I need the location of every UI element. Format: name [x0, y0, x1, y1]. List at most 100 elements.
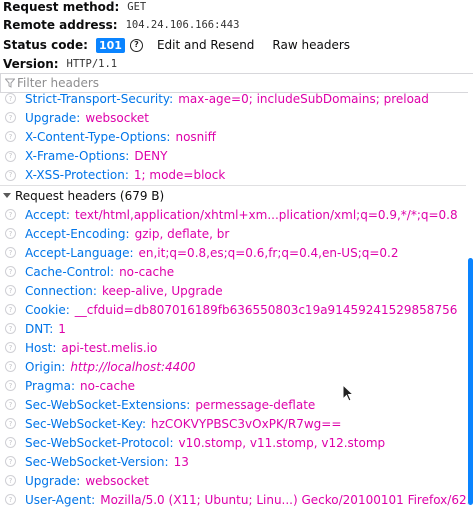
header-row[interactable]: ? Upgrade: websocket: [0, 108, 466, 127]
header-row[interactable]: ? DNT: 1: [0, 319, 466, 338]
header-value: 1; mode=block: [133, 168, 226, 183]
header-name: Accept-Encoding:: [25, 226, 130, 241]
header-name: Upgrade:: [25, 473, 81, 488]
status-badge: 101: [95, 37, 125, 53]
info-question-icon[interactable]: ?: [5, 228, 16, 239]
header-entry: Sec-WebSocket-Extensions: permessage-defl…: [25, 398, 315, 412]
header-value: no-cache: [80, 378, 136, 393]
version-label: Version:: [3, 57, 59, 71]
header-row[interactable]: ? Sec-WebSocket-Protocol: v10.stomp, v11.s…: [0, 433, 466, 452]
header-row[interactable]: ? Cookie: __cfduid=db807016189fb636550803c…: [0, 300, 466, 319]
header-entry: X-XSS-Protection: 1; mode=block: [25, 168, 225, 182]
info-question-icon[interactable]: ?: [5, 456, 16, 467]
header-row[interactable]: ? Cache-Control: no-cache: [0, 262, 466, 281]
header-row[interactable]: ? Pragma: no-cache: [0, 376, 466, 395]
header-name: Origin:: [25, 359, 66, 374]
header-entry: Accept-Language: en,it;q=0.8,es;q=0.6,fr;…: [25, 246, 399, 260]
request-method-row: Request method: GET: [3, 0, 146, 16]
info-question-icon[interactable]: ?: [5, 209, 16, 220]
header-row[interactable]: ? Strict-Transport-Security: max-age=0; in…: [0, 89, 466, 108]
header-row[interactable]: ? Sec-WebSocket-Key: hzCOKVYPBSC3vOxPK/R7w…: [0, 414, 466, 433]
header-row[interactable]: ? User-Agent: Mozilla/5.0 (X11; Ubuntu; Li…: [0, 490, 474, 509]
header-entry: Sec-WebSocket-Key: hzCOKVYPBSC3vOxPK/R7wg…: [25, 417, 341, 431]
header-value: websocket: [85, 473, 149, 488]
remote-address-label: Remote address:: [3, 18, 118, 32]
status-code-row: Status code: 101 ? Edit and Resend Raw h…: [3, 36, 368, 54]
header-value: permessage-deflate: [195, 397, 316, 412]
header-row[interactable]: ? X-XSS-Protection: 1; mode=block: [0, 166, 466, 185]
version-row: Version: HTTP/1.1: [3, 55, 117, 73]
header-name: Sec-WebSocket-Version:: [25, 454, 169, 469]
header-entry: DNT: 1: [25, 322, 66, 336]
header-entry: Origin: http://localhost:4400: [25, 360, 196, 374]
info-question-icon[interactable]: ?: [5, 399, 16, 410]
header-name: Strict-Transport-Security:: [25, 91, 174, 106]
info-question-icon[interactable]: ?: [5, 323, 16, 334]
info-question-icon[interactable]: ?: [5, 418, 16, 429]
header-entry: Host: api-test.melis.io: [25, 341, 157, 355]
header-entry: Upgrade: websocket: [25, 111, 149, 125]
header-entry: Sec-WebSocket-Version: 13: [25, 455, 189, 469]
header-value: text/html,application/xhtml+xm...plicati…: [74, 207, 458, 222]
header-row[interactable]: ? Sec-WebSocket-Version: 13: [0, 452, 466, 471]
twisty-expanded-icon[interactable]: [3, 193, 11, 198]
header-value: api-test.melis.io: [61, 340, 158, 355]
info-question-icon[interactable]: ?: [5, 169, 16, 181]
info-question-icon[interactable]: ?: [5, 380, 16, 391]
header-value: 1: [58, 321, 66, 336]
header-entry: User-Agent: Mozilla/5.0 (X11; Ubuntu; Lin…: [25, 493, 474, 507]
remote-address-value: 104.24.106.166:443: [125, 19, 240, 31]
header-name: Cache-Control:: [25, 264, 115, 279]
header-name: Pragma:: [25, 378, 76, 393]
info-question-icon[interactable]: ?: [5, 131, 16, 143]
header-row[interactable]: ? X-Frame-Options: DENY: [0, 147, 466, 166]
header-entry: Sec-WebSocket-Protocol: v10.stomp, v11.st…: [25, 436, 385, 450]
header-row[interactable]: ? Upgrade: websocket: [0, 471, 466, 490]
header-value: v10.stomp, v11.stomp, v12.stomp: [178, 435, 386, 450]
info-question-icon[interactable]: ?: [5, 266, 16, 277]
header-value: 13: [173, 454, 189, 469]
info-question-icon[interactable]: ?: [5, 150, 16, 162]
header-row[interactable]: ? Accept-Encoding: gzip, deflate, br: [0, 224, 466, 243]
header-name: DNT:: [25, 321, 54, 336]
header-value: __cfduid=db807016189fb636550803c19a91459…: [74, 302, 458, 317]
remote-address-row: Remote address: 104.24.106.166:443: [3, 16, 239, 34]
header-name: Sec-WebSocket-Extensions:: [25, 397, 191, 412]
request-method-value: GET: [127, 1, 147, 13]
header-row[interactable]: ? Origin: http://localhost:4400: [0, 357, 466, 376]
edit-and-resend-button[interactable]: Edit and Resend: [157, 38, 254, 52]
info-question-icon[interactable]: ?: [5, 361, 16, 372]
header-row[interactable]: ? Sec-WebSocket-Extensions: permessage-def…: [0, 395, 466, 414]
header-value: Mozilla/5.0 (X11; Ubuntu; Linu...) Gecko…: [100, 492, 474, 507]
info-question-icon[interactable]: ?: [5, 93, 16, 104]
info-question-icon[interactable]: ?: [5, 304, 16, 315]
header-row[interactable]: ? X-Content-Type-Options: nosniff: [0, 127, 466, 146]
raw-headers-toggle[interactable]: Raw headers: [272, 38, 350, 52]
header-entry: Accept: text/html,application/xhtml+xm...…: [25, 208, 458, 222]
header-name: Sec-WebSocket-Protocol:: [25, 435, 174, 450]
info-question-icon[interactable]: ?: [5, 494, 16, 505]
header-name: X-Frame-Options:: [25, 149, 130, 164]
header-name: Accept:: [25, 207, 70, 222]
request-method-label: Request method:: [3, 0, 120, 14]
info-question-icon[interactable]: ?: [5, 285, 16, 296]
info-question-icon[interactable]: ?: [5, 342, 16, 353]
scrollbar-thumb[interactable]: [468, 258, 473, 505]
header-row[interactable]: ? Connection: keep-alive, Upgrade: [0, 281, 466, 300]
header-value: hzCOKVYPBSC3vOxPK/R7wg==: [151, 416, 342, 431]
help-icon[interactable]: ?: [129, 38, 143, 52]
info-question-icon[interactable]: ?: [5, 437, 16, 448]
mouse-cursor-icon: [342, 384, 354, 402]
request-headers-section-header[interactable]: Request headers (679 B): [0, 185, 466, 205]
info-question-icon[interactable]: ?: [5, 475, 16, 486]
header-value: nosniff: [175, 129, 216, 144]
header-row[interactable]: ? Accept: text/html,application/xhtml+xm..…: [0, 205, 466, 224]
info-question-icon[interactable]: ?: [5, 247, 16, 258]
header-entry: Strict-Transport-Security: max-age=0; inc…: [25, 92, 429, 106]
header-value: websocket: [85, 110, 149, 125]
header-row[interactable]: ? Host: api-test.melis.io: [0, 338, 466, 357]
header-name: Upgrade:: [25, 110, 81, 125]
info-question-icon[interactable]: ?: [5, 112, 16, 124]
header-entry: Cookie: __cfduid=db807016189fb636550803c1…: [25, 303, 457, 317]
header-row[interactable]: ? Accept-Language: en,it;q=0.8,es;q=0.6,fr…: [0, 243, 466, 262]
